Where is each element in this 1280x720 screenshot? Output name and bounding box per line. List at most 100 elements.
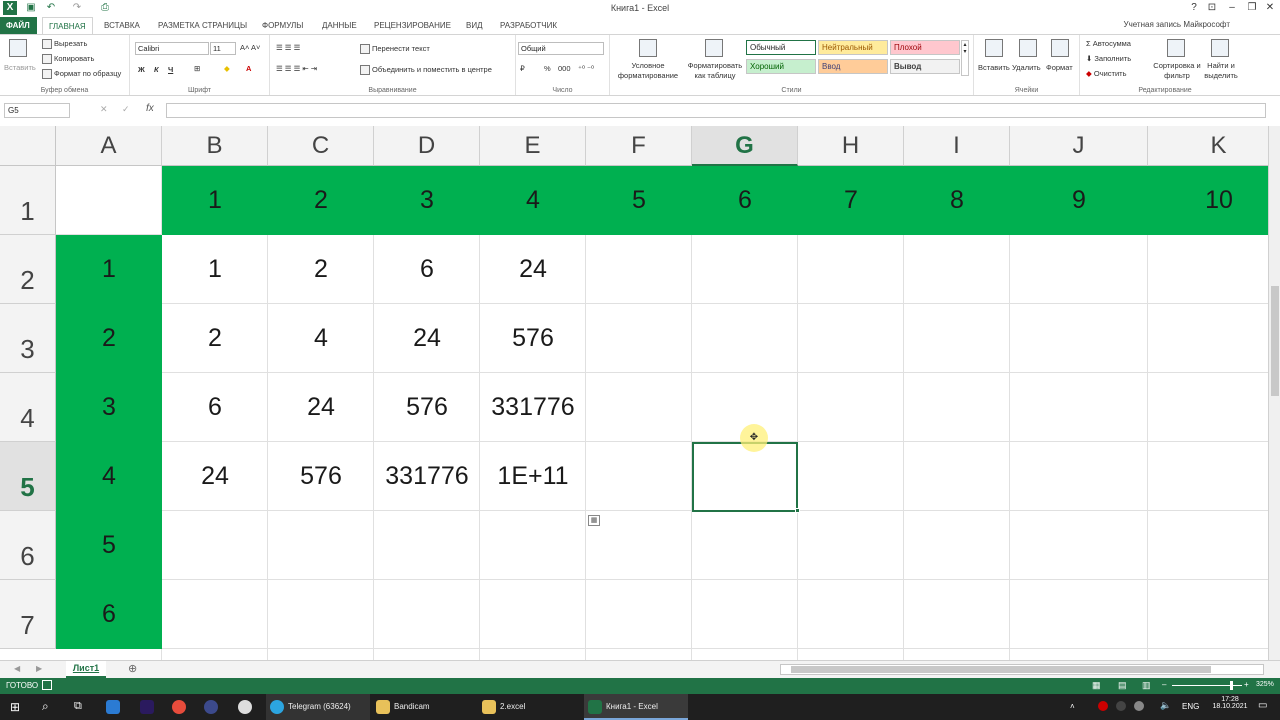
zoom-slider[interactable] <box>1172 681 1242 690</box>
normal-view-icon[interactable]: ▦ <box>1092 680 1101 691</box>
cell-e1[interactable]: 4 <box>480 166 586 235</box>
format-table-icon[interactable] <box>705 39 723 57</box>
cell-k1[interactable]: 10 <box>1148 166 1268 235</box>
cell-e5[interactable]: 1E+11 <box>480 442 586 511</box>
cell-j1[interactable]: 9 <box>1010 166 1148 235</box>
cell-c1[interactable]: 2 <box>268 166 374 235</box>
column-header-i[interactable]: I <box>904 126 1010 166</box>
font-size-select[interactable]: 11 <box>210 42 236 55</box>
row-header-1[interactable]: 1 <box>0 166 56 235</box>
cell-c4[interactable]: 24 <box>268 373 374 442</box>
cell-k3[interactable] <box>1148 304 1268 373</box>
cell-d4[interactable]: 576 <box>374 373 480 442</box>
cell-h1[interactable]: 7 <box>798 166 904 235</box>
cell-d6[interactable] <box>374 511 480 580</box>
tab-data[interactable]: ДАННЫЕ <box>316 17 363 34</box>
format-cells-button[interactable]: Формат <box>1046 63 1073 72</box>
tab-file[interactable]: ФАЙЛ <box>0 17 37 34</box>
cell-a5[interactable]: 4 <box>56 442 162 511</box>
restore-button[interactable]: ❐ <box>1242 0 1262 16</box>
cell-f7[interactable] <box>586 580 692 649</box>
sort-filter-icon[interactable] <box>1167 39 1185 57</box>
cell-f6[interactable] <box>586 511 692 580</box>
cell-e4[interactable]: 331776 <box>480 373 586 442</box>
cell-h7[interactable] <box>798 580 904 649</box>
cell-j5[interactable] <box>1010 442 1148 511</box>
cell-j7[interactable] <box>1010 580 1148 649</box>
row-header-2[interactable]: 2 <box>0 235 56 304</box>
zoom-slider-thumb[interactable] <box>1230 681 1233 690</box>
vertical-scroll-thumb[interactable] <box>1271 286 1279 396</box>
tab-insert[interactable]: ВСТАВКА <box>98 17 146 34</box>
align-left-icon[interactable]: ☰ ☰ ☰ ⇤ ⇥ <box>276 64 317 73</box>
cell-g7[interactable] <box>692 580 798 649</box>
cell-f1[interactable]: 5 <box>586 166 692 235</box>
column-header-g[interactable]: G <box>692 126 798 166</box>
sort-filter-button[interactable]: Сортировка и фильтр <box>1152 61 1202 81</box>
language-indicator[interactable]: ENG <box>1182 702 1199 711</box>
cell-b6[interactable] <box>162 511 268 580</box>
row-header-4[interactable]: 4 <box>0 373 56 442</box>
tab-home[interactable]: ГЛАВНАЯ <box>42 17 93 35</box>
taskbar-excel[interactable]: Книга1 - Excel <box>584 694 688 720</box>
close-button[interactable]: ✕ <box>1260 0 1280 16</box>
currency-icon[interactable]: ₽ <box>520 64 525 73</box>
fill-color-icon[interactable]: ◆ <box>224 64 230 73</box>
cell-a7[interactable]: 6 <box>56 580 162 649</box>
find-select-icon[interactable] <box>1211 39 1229 57</box>
cell-i2[interactable] <box>904 235 1010 304</box>
cell-h2[interactable] <box>798 235 904 304</box>
cancel-icon[interactable]: ✕ <box>100 104 108 115</box>
style-neutral[interactable]: Нейтральный <box>818 40 888 55</box>
vertical-scrollbar[interactable] <box>1268 126 1280 660</box>
volume-icon[interactable]: 🔈 <box>1160 700 1171 711</box>
search-icon[interactable]: ⌕ <box>42 699 49 714</box>
copy-button[interactable]: Копировать <box>42 54 94 65</box>
record-icon[interactable] <box>1098 701 1108 711</box>
format-as-table-button[interactable]: Форматировать как таблицу <box>682 61 748 81</box>
select-all-corner[interactable] <box>0 126 56 166</box>
minimize-button[interactable]: – <box>1222 0 1242 16</box>
column-header-k[interactable]: K <box>1148 126 1268 166</box>
ribbon-display-button[interactable]: ⊡ <box>1202 0 1222 16</box>
cell-a4[interactable]: 3 <box>56 373 162 442</box>
row-header-3[interactable]: 3 <box>0 304 56 373</box>
cell-g2[interactable] <box>692 235 798 304</box>
style-good[interactable]: Хороший <box>746 59 816 74</box>
cell-d5[interactable]: 331776 <box>374 442 480 511</box>
cell-f3[interactable] <box>586 304 692 373</box>
thousands-button[interactable]: 000 <box>558 64 571 73</box>
taskbar-telegram[interactable]: Telegram (63624) <box>266 694 370 720</box>
fill-button[interactable]: ⬇ Заполнить <box>1086 54 1131 63</box>
enter-icon[interactable]: ✓ <box>122 104 130 115</box>
cell-h6[interactable] <box>798 511 904 580</box>
cell-b2[interactable]: 1 <box>162 235 268 304</box>
vscode-icon[interactable] <box>106 700 120 714</box>
cell-k2[interactable] <box>1148 235 1268 304</box>
styles-scroll[interactable]: ▴ ▾ <box>961 40 969 76</box>
font-name-select[interactable]: Calibri <box>135 42 209 55</box>
clock[interactable]: 17:28 18.10.2021 <box>1212 696 1248 710</box>
cell-i7[interactable] <box>904 580 1010 649</box>
cell-f4[interactable] <box>586 373 692 442</box>
cell-a3[interactable]: 2 <box>56 304 162 373</box>
cell-g6[interactable] <box>692 511 798 580</box>
taskbar-2excel[interactable]: 2.excel <box>478 694 582 720</box>
cell-j3[interactable] <box>1010 304 1148 373</box>
horizontal-scroll-thumb[interactable] <box>791 666 1211 673</box>
merge-center-button[interactable]: Объединить и поместить в центре <box>360 65 492 76</box>
format-cells-icon[interactable] <box>1051 39 1069 57</box>
cell-e3[interactable]: 576 <box>480 304 586 373</box>
add-sheet-icon[interactable]: ⊕ <box>128 662 137 675</box>
horizontal-scrollbar[interactable] <box>780 664 1264 675</box>
style-bad[interactable]: Плохой <box>890 40 960 55</box>
autosum-button[interactable]: Σ Автосумма <box>1086 39 1131 48</box>
cell-a6[interactable]: 5 <box>56 511 162 580</box>
cell-c7[interactable] <box>268 580 374 649</box>
format-painter-button[interactable]: Формат по образцу <box>42 69 121 80</box>
cell-b3[interactable]: 2 <box>162 304 268 373</box>
conditional-format-button[interactable]: Условное форматирование <box>612 61 684 81</box>
cell-e7[interactable] <box>480 580 586 649</box>
delete-cells-button[interactable]: Удалить <box>1012 63 1041 72</box>
conditional-format-icon[interactable] <box>639 39 657 57</box>
